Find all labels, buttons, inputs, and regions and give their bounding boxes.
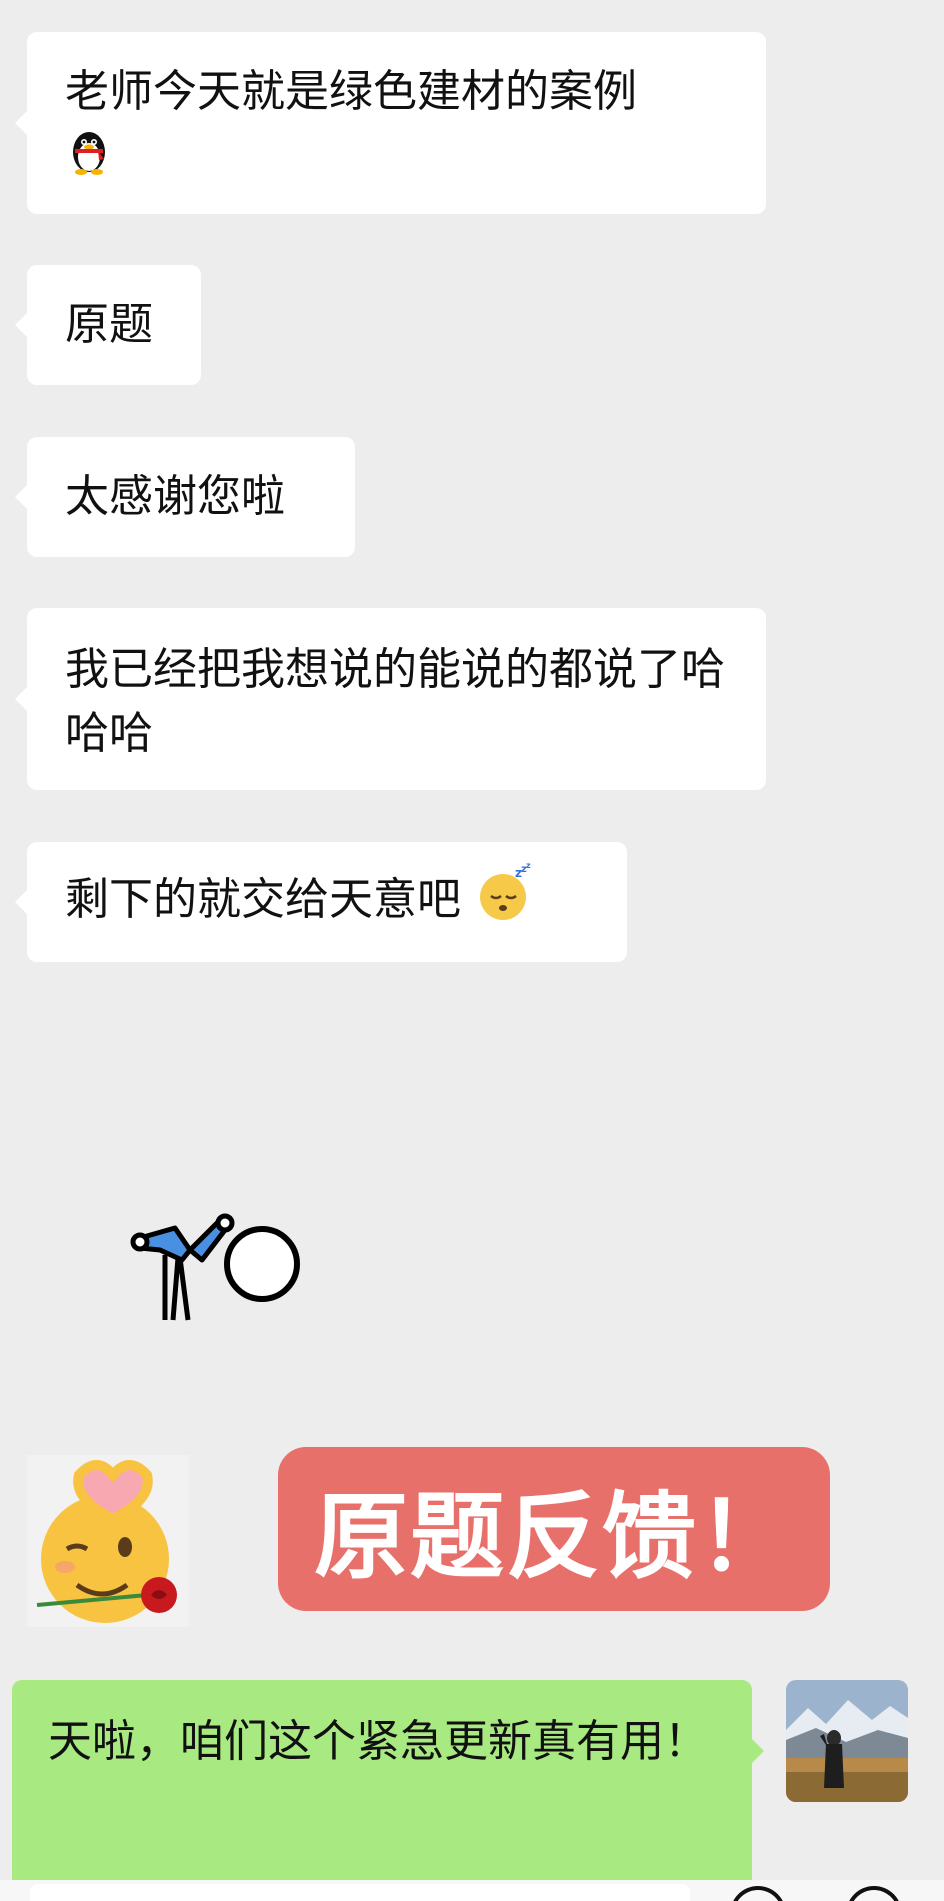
incoming-message[interactable]: 老师今天就是绿色建材的案例 [15, 32, 766, 214]
incoming-message[interactable]: 剩下的就交给天意吧 z z z [15, 842, 627, 962]
wink-heart-rose-emoji[interactable] [27, 1455, 189, 1627]
message-input[interactable] [30, 1884, 690, 1901]
message-text: 剩下的就交给天意吧 z z z [65, 861, 535, 941]
banner-text: 原题反馈！ [313, 1483, 794, 1592]
svg-text:z: z [526, 863, 531, 870]
sleeping-face-icon: z z z [475, 861, 535, 941]
feedback-banner: 原题反馈！ [278, 1447, 830, 1611]
message-text: 太感谢您啦 [65, 471, 285, 522]
stick-figure-sticker[interactable] [120, 1190, 320, 1330]
incoming-message[interactable]: 太感谢您啦 [15, 437, 355, 557]
outgoing-message[interactable]: 天啦，咱们这个紧急更新真有用！ [12, 1680, 764, 1901]
message-text: 天啦，咱们这个紧急更新真有用！ [48, 1716, 708, 1767]
message-text: 我已经把我想说的能说的都说了哈哈哈 [65, 644, 725, 759]
incoming-message[interactable]: 我已经把我想说的能说的都说了哈哈哈 [15, 608, 766, 790]
penguin-icon [65, 124, 113, 194]
message-text: 原题 [65, 299, 153, 350]
message-text: 老师今天就是绿色建材的案例 [65, 60, 728, 194]
incoming-message[interactable]: 原题 [15, 265, 201, 385]
avatar[interactable] [786, 1680, 908, 1802]
